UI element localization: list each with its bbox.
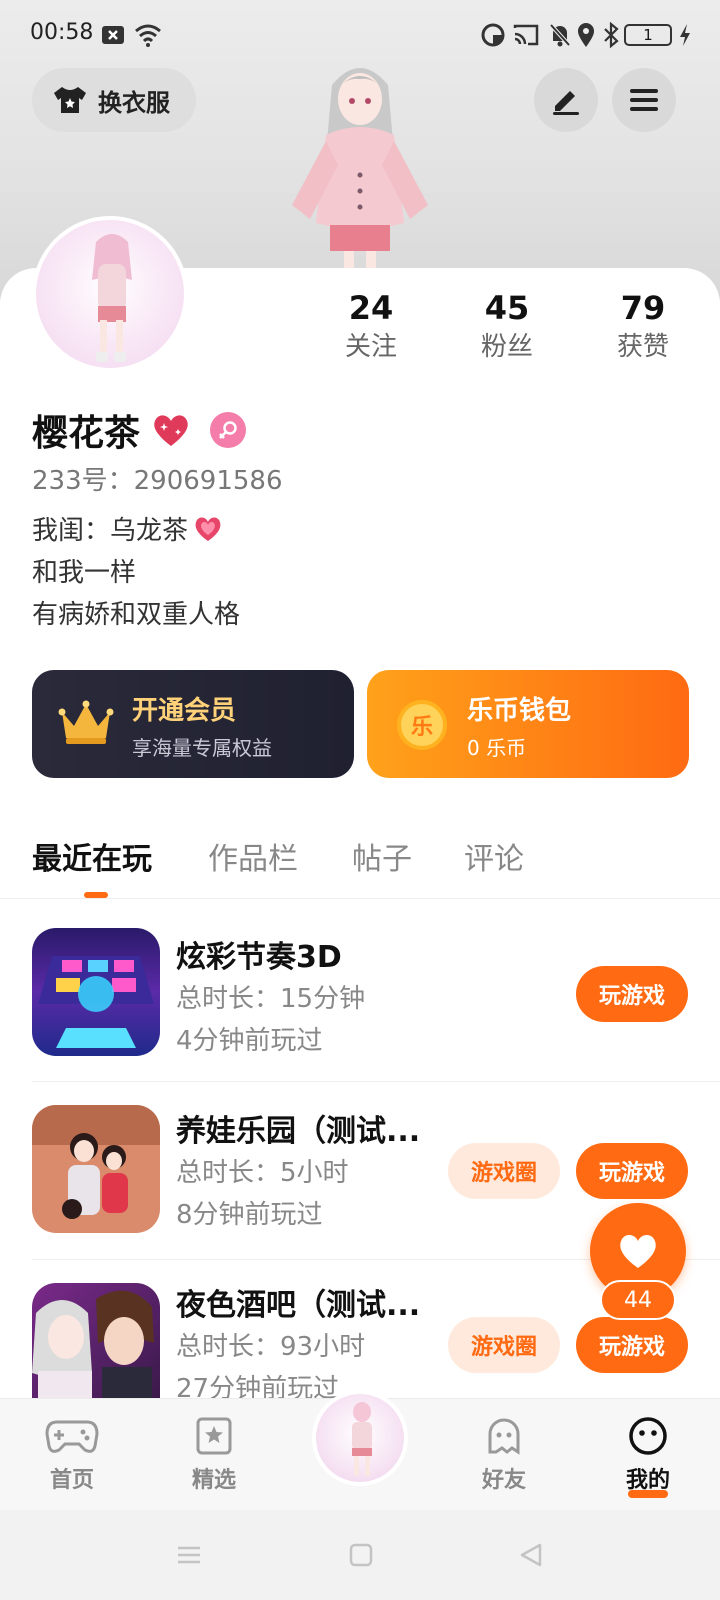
change-outfit-label: 换衣服 — [98, 88, 170, 117]
stat-likes-label: 获赞 — [616, 332, 669, 362]
bio-line-1-text: 我闺：乌龙茶 — [32, 516, 189, 546]
character-figure[interactable] — [280, 55, 440, 270]
game-circle-button[interactable]: 游戏圈 — [448, 1143, 560, 1199]
tshirt-icon — [54, 87, 86, 113]
nav-featured[interactable]: 精选 — [164, 1416, 264, 1494]
game-circle-button[interactable]: 游戏圈 — [448, 1317, 560, 1373]
bio-line-3: 有病娇和双重人格 — [32, 600, 241, 630]
vip-title: 开通会员 — [132, 696, 237, 726]
edit-pencil-icon — [553, 91, 579, 115]
tab-recently-played[interactable]: 最近在玩 — [32, 834, 152, 878]
status-time: 00:58 — [30, 20, 94, 45]
stat-following[interactable]: 24 关注 — [311, 288, 431, 366]
back-button-icon[interactable] — [518, 1542, 544, 1568]
cast-icon — [513, 24, 539, 46]
game-last-played: 27分钟前玩过 — [176, 1374, 340, 1398]
wallet-title: 乐币钱包 — [467, 696, 572, 726]
coin-glyph: 乐 — [410, 715, 433, 740]
like-count-badge: 44 — [600, 1280, 676, 1320]
play-game-button[interactable]: 玩游戏 — [576, 1143, 688, 1199]
family-characters-icon — [32, 1105, 160, 1219]
game-icon-night-bar[interactable] — [32, 1283, 160, 1400]
stat-likes-count: 79 — [620, 289, 666, 327]
wallet-card[interactable]: 乐 乐币钱包 0 乐币 — [367, 670, 689, 778]
battery-icon: 1 — [624, 24, 672, 46]
change-outfit-button[interactable]: 换衣服 — [32, 68, 196, 132]
play-game-button[interactable]: 玩游戏 — [576, 966, 688, 1022]
nav-me-label: 我的 — [625, 1468, 670, 1493]
avatar-figure — [92, 234, 132, 362]
couple-characters-icon — [32, 1290, 154, 1400]
stat-fans[interactable]: 45 粉丝 — [447, 288, 567, 366]
ghost-icon — [488, 1418, 520, 1455]
gamepad-icon — [45, 1420, 99, 1453]
menu-button[interactable] — [612, 68, 676, 132]
location-icon — [578, 23, 594, 47]
bluetooth-icon — [604, 22, 619, 48]
coin-icon: 乐 — [397, 700, 447, 750]
heart-icon — [195, 517, 221, 541]
row-divider — [32, 1081, 720, 1082]
home-button-icon[interactable] — [348, 1542, 374, 1568]
crown-icon — [58, 700, 114, 744]
game-duration: 总时长：15分钟 — [176, 984, 366, 1014]
vip-subtitle: 享海量专属权益 — [132, 736, 272, 760]
star-bookmark-icon — [196, 1417, 232, 1455]
data-saver-icon — [481, 23, 505, 47]
game-last-played: 4分钟前玩过 — [176, 1026, 323, 1056]
bio-line-2: 和我一样 — [32, 558, 137, 588]
stat-following-count: 24 — [348, 289, 394, 327]
game-title[interactable]: 养娃乐园（测试... — [176, 1106, 420, 1150]
gender-female-badge — [210, 412, 247, 448]
system-navigation-bar — [0, 1510, 720, 1600]
game-duration: 总时长：93小时 — [176, 1332, 366, 1362]
game-icon-rhythm[interactable] — [32, 928, 160, 1056]
stat-following-label: 关注 — [344, 332, 397, 362]
menu-icon — [630, 89, 658, 111]
nav-friends-label: 好友 — [481, 1468, 526, 1493]
wallet-balance: 0 乐币 — [467, 736, 527, 760]
stat-likes[interactable]: 79 获赞 — [583, 288, 703, 366]
tab-comments[interactable]: 评论 — [464, 834, 524, 878]
tab-posts[interactable]: 帖子 — [352, 834, 412, 878]
nav-friends[interactable]: 好友 — [454, 1416, 554, 1494]
game-icon-baby-park[interactable] — [32, 1105, 160, 1233]
notification-icon — [102, 26, 124, 44]
game-duration: 总时长：5小时 — [176, 1158, 349, 1188]
vip-membership-card[interactable]: 开通会员 享海量专属权益 — [32, 670, 354, 778]
sparkling-heart-icon — [154, 415, 188, 446]
game-title[interactable]: 夜色酒吧（测试... — [176, 1280, 420, 1324]
heart-icon — [620, 1235, 656, 1268]
profile-name-text: 樱花茶 — [32, 413, 141, 454]
stat-fans-label: 粉丝 — [480, 332, 533, 362]
wifi-icon — [135, 24, 161, 47]
bio-line-1: 我闺：乌龙茶 — [32, 510, 224, 547]
avatar-figure — [352, 1402, 372, 1476]
recent-apps-icon[interactable] — [176, 1542, 202, 1568]
nav-me[interactable]: 我的 — [598, 1416, 698, 1498]
profile-name: 樱花茶 — [32, 404, 247, 456]
rhythm-tiles-icon — [38, 956, 154, 1048]
battery-level: 1 — [643, 26, 653, 44]
stat-fans-count: 45 — [484, 289, 530, 327]
charging-icon — [680, 24, 690, 46]
play-game-button[interactable]: 玩游戏 — [576, 1317, 688, 1373]
female-icon — [219, 421, 237, 439]
smile-face-icon — [629, 1417, 667, 1455]
nav-center-avatar[interactable] — [312, 1390, 408, 1486]
game-title[interactable]: 炫彩节奏3D — [176, 932, 342, 976]
nav-home[interactable]: 首页 — [22, 1416, 122, 1494]
tab-divider — [0, 898, 720, 899]
edit-profile-button[interactable] — [534, 68, 598, 132]
nav-home-label: 首页 — [49, 1468, 94, 1493]
user-id: 233号：290691586 — [32, 466, 283, 496]
nav-featured-label: 精选 — [191, 1468, 236, 1493]
game-last-played: 8分钟前玩过 — [176, 1200, 323, 1230]
avatar[interactable] — [32, 216, 188, 372]
mute-bell-icon — [549, 23, 571, 47]
tab-works[interactable]: 作品栏 — [208, 834, 298, 878]
